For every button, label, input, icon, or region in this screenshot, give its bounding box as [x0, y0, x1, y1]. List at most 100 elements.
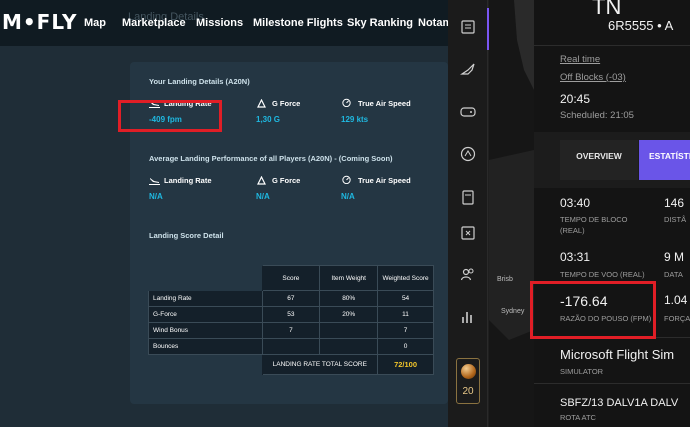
- total-score-value: 72/100: [377, 354, 434, 375]
- average-performance-title: Average Landing Performance of all Playe…: [149, 154, 393, 163]
- row-weighted: 0: [377, 338, 434, 355]
- row-label: Wind Bonus: [148, 322, 263, 339]
- row-label: G-Force: [148, 306, 263, 323]
- mfly-logo[interactable]: M•FLY: [2, 10, 77, 34]
- table-row: Bounces 0: [148, 338, 434, 355]
- row-score: 53: [261, 306, 321, 323]
- g-force-value: 1.04: [664, 293, 688, 307]
- nav-item-missions[interactable]: Missions: [196, 17, 243, 29]
- nav-item-milestone-flights[interactable]: Milestone Flights: [253, 17, 343, 29]
- airplane-icon[interactable]: [460, 62, 476, 78]
- table-row: Wind Bonus 7 7: [148, 322, 434, 339]
- flight-tracker-app: 20 Brisb Sydney TN 6R5555 • A Real time …: [448, 0, 690, 427]
- header-divider: [534, 45, 690, 46]
- row-score: [261, 338, 321, 355]
- gauge-icon: [257, 99, 266, 108]
- row-weight: [319, 338, 379, 355]
- table-corner-blank: [149, 266, 263, 291]
- avg-g-force-value: N/A: [256, 192, 270, 201]
- your-g-force-label: G Force: [272, 99, 301, 108]
- speedometer-icon: [342, 98, 351, 107]
- flight-header-partial: TN: [592, 0, 622, 19]
- row-weighted: 7: [377, 322, 434, 339]
- row-label: Bounces: [148, 338, 263, 355]
- off-blocks-label: Off Blocks (-03): [560, 72, 626, 83]
- col-header-weighted-score: Weighted Score: [377, 265, 434, 291]
- simulator-label: SIMULATOR: [560, 367, 604, 376]
- nav-item-marketplace[interactable]: Marketplace: [122, 17, 186, 29]
- map-landmass: [489, 0, 534, 340]
- real-time-label[interactable]: Real time: [560, 54, 600, 65]
- avg-true-air-speed-label: True Air Speed: [358, 176, 411, 185]
- col-header-item-weight: Item Weight: [319, 265, 379, 291]
- your-true-air-speed-value: 129 kts: [341, 115, 369, 124]
- block-time-label-2: (REAL): [560, 226, 585, 235]
- top-navigation-bar: M•FLY Landing Details Map Marketplace Mi…: [0, 0, 448, 46]
- distance-value: 146: [664, 196, 685, 210]
- landing-details-app: M•FLY Landing Details Map Marketplace Mi…: [0, 0, 448, 427]
- table-total-row: LANDING RATE TOTAL SCORE 72/100: [149, 354, 434, 375]
- total-score-label: LANDING RATE TOTAL SCORE: [261, 354, 379, 375]
- block-time-label: TEMPO DE BLOCO: [560, 215, 628, 224]
- simulator-value: Microsoft Flight Sim: [560, 347, 675, 362]
- landing-rate-highlight-box-right: [530, 281, 656, 339]
- score-detail-title: Landing Score Detail: [149, 231, 224, 240]
- nav-item-map[interactable]: Map: [84, 17, 106, 29]
- speedometer-icon: [342, 175, 351, 184]
- row-label: Landing Rate: [148, 290, 263, 307]
- row-weight: [319, 322, 379, 339]
- row-weight: 20%: [319, 306, 379, 323]
- landing-rate-highlight-box: [118, 100, 222, 132]
- your-landing-title: Your Landing Details (A20N): [149, 77, 250, 86]
- table-row: Landing Rate 67 80% 54: [148, 290, 434, 307]
- row-weight: 80%: [319, 290, 379, 307]
- clipboard-icon[interactable]: [460, 189, 476, 205]
- total-row-blank: [149, 355, 263, 375]
- row-score: 7: [261, 322, 321, 339]
- map-strip[interactable]: Brisb Sydney: [489, 0, 534, 427]
- landing-score-table: Score Item Weight Weighted Score Landing…: [148, 265, 434, 375]
- avatar: [461, 364, 476, 379]
- atc-route-label: ROTA ATC: [560, 413, 596, 422]
- dinosaur-icon[interactable]: [460, 146, 476, 162]
- your-g-force-value: 1,30 G: [256, 115, 281, 124]
- bar-chart-icon[interactable]: [460, 309, 476, 325]
- users-icon[interactable]: [460, 266, 476, 282]
- date-value: 9 M: [664, 250, 685, 264]
- flight-number: 6R5555 • A: [608, 18, 674, 33]
- col-header-score: Score: [261, 265, 321, 291]
- flight-time-value: 03:31: [560, 250, 591, 264]
- tab-statistics[interactable]: ESTATÍSTI: [639, 140, 690, 180]
- atc-route-value: SBFZ/13 DALV1A DALV: [560, 397, 679, 409]
- your-true-air-speed-label: True Air Speed: [358, 99, 411, 108]
- block-time-value: 03:40: [560, 196, 591, 210]
- flight-time-label: TEMPO DE VOO (REAL): [560, 270, 645, 279]
- nav-item-sky-ranking[interactable]: Sky Ranking: [347, 17, 413, 29]
- off-blocks-time: 20:45: [560, 92, 591, 106]
- avg-true-air-speed-value: N/A: [341, 192, 355, 201]
- row-weighted: 11: [377, 306, 434, 323]
- avg-g-force-label: G Force: [272, 176, 301, 185]
- avg-landing-rate-value: N/A: [149, 192, 163, 201]
- right-sidebar: 20: [448, 0, 490, 427]
- logbook-icon[interactable]: [460, 19, 476, 35]
- avg-landing-rate-label: Landing Rate: [164, 176, 212, 185]
- ticket-icon[interactable]: [460, 225, 476, 241]
- g-force-label: FORÇA: [664, 314, 690, 323]
- plane-landing-icon: [149, 178, 160, 185]
- user-level-number: 20: [462, 386, 474, 397]
- map-label-sydney: Sydney: [501, 308, 525, 315]
- table-row: G-Force 53 20% 11: [148, 306, 434, 323]
- user-level-badge[interactable]: 20: [456, 358, 480, 404]
- tab-overview[interactable]: OVERVIEW: [560, 140, 638, 180]
- row-score: 67: [261, 290, 321, 307]
- simulator-divider: [534, 383, 690, 384]
- date-label: DATA: [664, 270, 683, 279]
- scheduled-time: Scheduled: 21:05: [560, 110, 634, 121]
- gamepad-icon[interactable]: [460, 104, 476, 120]
- map-label-brisbane: Brisb: [497, 276, 513, 283]
- nav-item-notam[interactable]: Notam: [418, 17, 448, 29]
- flight-details-panel: TN 6R5555 • A Real time Off Blocks (-03)…: [534, 0, 690, 427]
- gauge-icon: [257, 176, 266, 185]
- row-weighted: 54: [377, 290, 434, 307]
